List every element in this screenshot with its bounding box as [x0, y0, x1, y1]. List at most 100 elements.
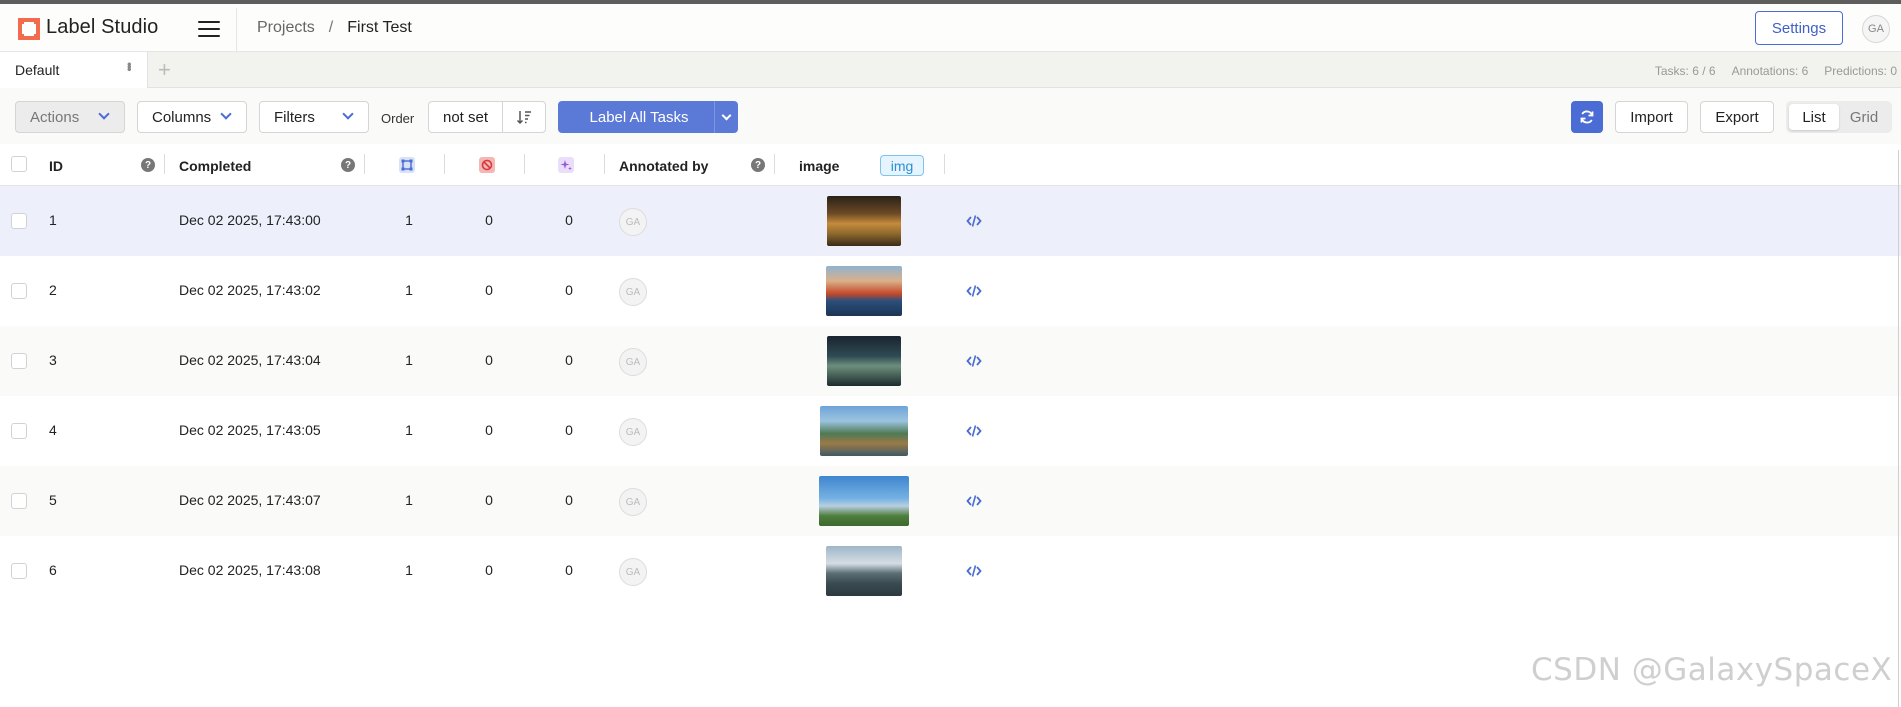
export-button[interactable]: Export — [1700, 101, 1774, 133]
task-stats: Tasks: 6 / 6 Annotations: 6 Predictions:… — [1655, 64, 1897, 78]
code-view-icon[interactable] — [966, 354, 982, 372]
city-skyline-photo[interactable] — [819, 476, 909, 526]
cell-cancelled-annotations: 0 — [485, 492, 493, 508]
view-list-option[interactable]: List — [1789, 104, 1839, 130]
label-all-tasks-button[interactable]: Label All Tasks — [558, 101, 738, 133]
row-checkbox[interactable] — [11, 563, 27, 579]
label-studio-logo-icon — [18, 18, 40, 40]
menu-hamburger-icon[interactable] — [198, 18, 220, 38]
label-all-tasks-label: Label All Tasks — [589, 108, 689, 126]
row-checkbox[interactable] — [11, 493, 27, 509]
settings-button[interactable]: Settings — [1755, 11, 1843, 45]
app-header: Label Studio Projects / First Test Setti… — [0, 4, 1901, 52]
mountain-highway-photo[interactable] — [826, 546, 902, 596]
row-checkbox[interactable] — [11, 213, 27, 229]
cell-id: 4 — [49, 422, 57, 438]
add-tab-button[interactable]: + — [158, 57, 171, 83]
watermark: CSDN @GalaxySpaceX — [1531, 652, 1893, 688]
code-view-icon[interactable] — [966, 424, 982, 442]
cell-cancelled-annotations: 0 — [485, 212, 493, 228]
scroll-edge — [1898, 150, 1899, 707]
import-button[interactable]: Import — [1615, 101, 1688, 133]
annotations-count: Annotations: 6 — [1731, 64, 1809, 78]
container-ship-photo[interactable] — [826, 266, 902, 316]
toolbar: Actions Columns Filters Order not set La… — [0, 88, 1901, 144]
annotator-avatar: GA — [619, 208, 647, 236]
table-row[interactable]: 4 Dec 02 2025, 17:43:05 1 0 0 GA — [0, 396, 1901, 466]
column-header-id[interactable]: ID — [49, 158, 63, 174]
breadcrumb: Projects / First Test — [257, 19, 412, 37]
row-checkbox[interactable] — [11, 283, 27, 299]
cell-completed: Dec 02 2025, 17:43:02 — [179, 282, 321, 298]
breadcrumb-separator: / — [328, 19, 334, 36]
cell-predictions: 0 — [565, 492, 573, 508]
cell-completed: Dec 02 2025, 17:43:00 — [179, 212, 321, 228]
tasks-count: Tasks: 6 / 6 — [1654, 64, 1716, 78]
columns-dropdown[interactable]: Columns — [137, 101, 247, 133]
column-divider — [524, 154, 525, 174]
help-icon[interactable]: ? — [141, 158, 155, 172]
filters-dropdown[interactable]: Filters — [259, 101, 369, 133]
tab-default[interactable]: Default ••• — [0, 52, 148, 88]
cell-total-annotations: 1 — [405, 562, 413, 578]
sort-direction-icon[interactable] — [503, 102, 545, 132]
cell-predictions: 0 — [565, 422, 573, 438]
table-row[interactable]: 2 Dec 02 2025, 17:43:02 1 0 0 GA — [0, 256, 1901, 326]
cell-completed: Dec 02 2025, 17:43:07 — [179, 492, 321, 508]
cell-total-annotations: 1 — [405, 212, 413, 228]
code-view-icon[interactable] — [966, 564, 982, 582]
code-view-icon[interactable] — [966, 214, 982, 232]
cell-cancelled-annotations: 0 — [485, 282, 493, 298]
view-grid-option[interactable]: Grid — [1839, 104, 1889, 130]
user-avatar[interactable]: GA — [1862, 15, 1890, 43]
table-row[interactable]: 5 Dec 02 2025, 17:43:07 1 0 0 GA — [0, 466, 1901, 536]
actions-dropdown[interactable]: Actions — [15, 101, 125, 133]
order-control: not set — [428, 101, 546, 133]
column-header-annotated-by[interactable]: Annotated by — [619, 158, 708, 174]
table-row[interactable]: 3 Dec 02 2025, 17:43:04 1 0 0 GA — [0, 326, 1901, 396]
column-divider — [944, 154, 945, 174]
breadcrumb-projects-link[interactable]: Projects — [257, 19, 315, 37]
table-row[interactable]: 1 Dec 02 2025, 17:43:00 1 0 0 GA — [0, 186, 1901, 256]
code-view-icon[interactable] — [966, 494, 982, 512]
table-header: ID ? Completed ? Annotated by ? image im… — [0, 144, 1901, 186]
column-header-image[interactable]: image — [799, 158, 839, 174]
code-view-icon[interactable] — [966, 284, 982, 302]
table-row[interactable]: 6 Dec 02 2025, 17:43:08 1 0 0 GA — [0, 536, 1901, 606]
column-divider — [444, 154, 445, 174]
canal-town-night-photo[interactable] — [827, 336, 901, 386]
total-annotations-icon[interactable] — [399, 157, 415, 173]
column-header-completed[interactable]: Completed — [179, 158, 251, 174]
help-icon[interactable]: ? — [751, 158, 765, 172]
karst-river-boat-photo[interactable] — [820, 406, 908, 456]
cell-id: 2 — [49, 282, 57, 298]
cell-predictions: 0 — [565, 562, 573, 578]
tab-options-icon[interactable]: ••• — [122, 62, 137, 70]
columns-label: Columns — [152, 108, 212, 126]
order-select[interactable]: not set — [429, 102, 503, 132]
cell-cancelled-annotations: 0 — [485, 422, 493, 438]
breadcrumb-current-project[interactable]: First Test — [347, 19, 412, 37]
app-name: Label Studio — [46, 16, 159, 38]
cell-total-annotations: 1 — [405, 422, 413, 438]
label-all-dropdown-toggle[interactable] — [714, 101, 738, 133]
cell-predictions: 0 — [565, 282, 573, 298]
cell-total-annotations: 1 — [405, 352, 413, 368]
select-all-checkbox[interactable] — [11, 156, 27, 172]
refresh-button[interactable] — [1571, 101, 1603, 133]
chevron-down-icon — [342, 108, 354, 120]
cell-id: 1 — [49, 212, 57, 228]
chevron-down-icon — [721, 110, 732, 120]
annotator-avatar: GA — [619, 348, 647, 376]
help-icon[interactable]: ? — [341, 158, 355, 172]
row-checkbox[interactable] — [11, 423, 27, 439]
predictions-sparkle-icon[interactable] — [558, 157, 574, 173]
column-divider — [604, 154, 605, 174]
annotator-avatar: GA — [619, 278, 647, 306]
cancelled-annotations-icon[interactable] — [479, 157, 495, 173]
image-type-tag: img — [880, 155, 924, 176]
row-checkbox[interactable] — [11, 353, 27, 369]
column-divider — [774, 154, 775, 174]
view-tabs-bar: Default ••• + Tasks: 6 / 6 Annotations: … — [0, 52, 1901, 88]
market-stall-photo[interactable] — [827, 196, 901, 246]
